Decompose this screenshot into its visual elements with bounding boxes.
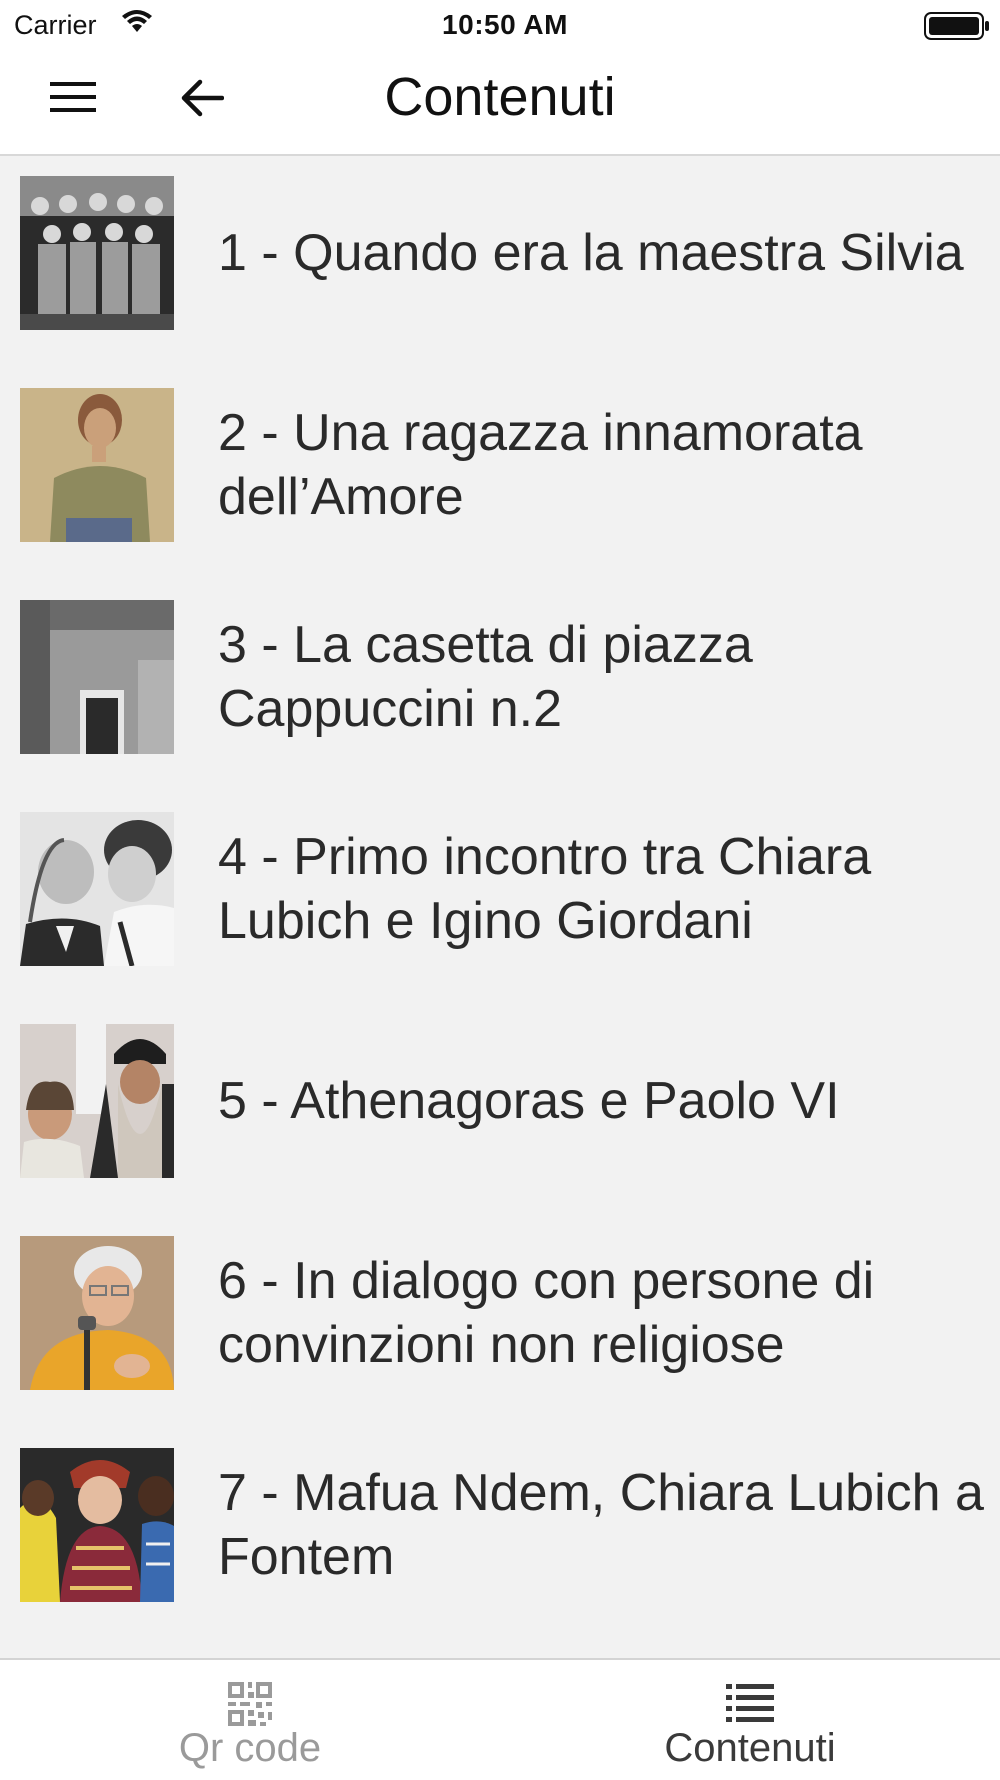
list-item-label: 3 - La casetta di piazza Cappuccini n.2 [218, 616, 753, 738]
house-photo-thumbnail [20, 600, 174, 754]
list-item-label: 4 - Primo incontro tra Chiara Lubich e I… [218, 828, 872, 950]
group-photo-thumbnail [20, 176, 174, 330]
list-item-label: 2 - Una ragazza innamorata dell’Amore [218, 404, 863, 526]
tab-qr-code[interactable]: Qr code [0, 1660, 500, 1780]
battery-icon [924, 12, 990, 45]
list-item[interactable]: 6 - In dialogo con persone di convinzion… [0, 1216, 1000, 1428]
qr-code-icon [0, 1682, 500, 1732]
list-item[interactable]: 7 - Mafua Ndem, Chiara Lubich a Fontem [0, 1428, 1000, 1640]
status-time: 10:50 AM [442, 9, 568, 40]
list-item[interactable]: 5 - Athenagoras e Paolo VI [0, 1004, 1000, 1216]
navigation-bar: Contenuti [0, 52, 1000, 156]
list-item-label: 1 - Quando era la maestra Silvia [218, 224, 964, 282]
list-icon [500, 1682, 1000, 1732]
tab-contents[interactable]: Contenuti [500, 1660, 1000, 1780]
list-item[interactable]: 4 - Primo incontro tra Chiara Lubich e I… [0, 792, 1000, 1004]
list-item-label: 7 - Mafua Ndem, Chiara Lubich a Fontem [218, 1464, 984, 1586]
tab-contents-label: Contenuti [664, 1726, 836, 1770]
page-title: Contenuti [384, 67, 616, 127]
list-item[interactable]: 2 - Una ragazza innamorata dell’Amore [0, 368, 1000, 580]
status-bar: Carrier 10:50 AM [0, 0, 1000, 52]
patriarch-photo-thumbnail [20, 1024, 174, 1178]
tab-bar: Qr code Contenuti [0, 1658, 1000, 1780]
list-item-label: 5 - Athenagoras e Paolo VI [218, 1072, 840, 1130]
contents-list[interactable]: 1 - Quando era la maestra Silvia 2 - Una… [0, 156, 1000, 1658]
two-people-photo-thumbnail [20, 812, 174, 966]
speaker-photo-thumbnail [20, 1236, 174, 1390]
list-item[interactable]: 1 - Quando era la maestra Silvia [0, 156, 1000, 368]
list-item-label: 6 - In dialogo con persone di convinzion… [218, 1252, 875, 1374]
ceremony-photo-thumbnail [20, 1448, 174, 1602]
list-item[interactable]: 3 - La casetta di piazza Cappuccini n.2 [0, 580, 1000, 792]
tab-qr-code-label: Qr code [178, 1726, 322, 1770]
portrait-painting-thumbnail [20, 388, 174, 542]
